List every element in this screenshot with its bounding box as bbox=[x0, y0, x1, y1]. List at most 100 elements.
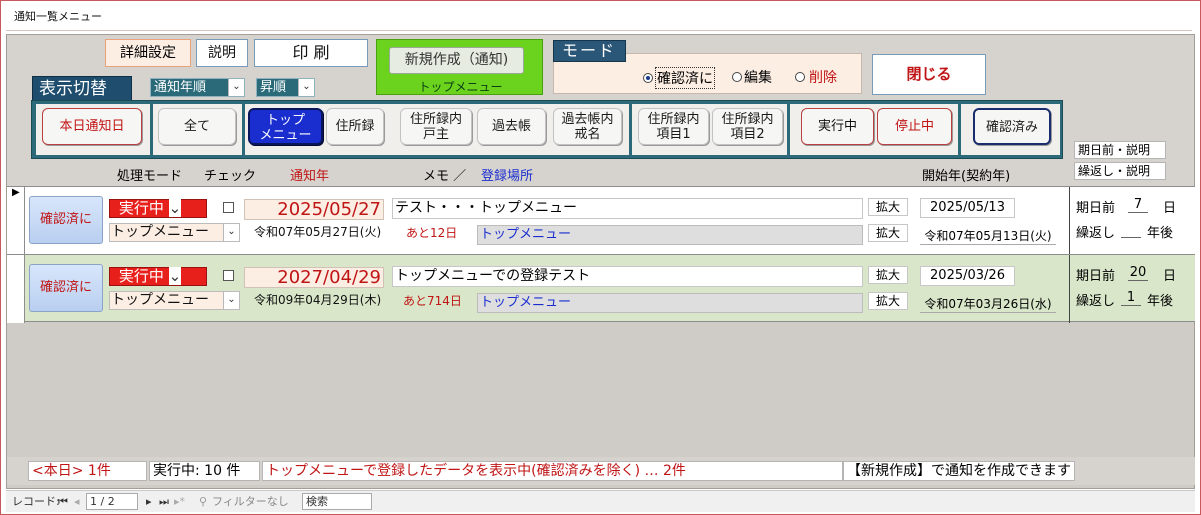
radio-icon bbox=[732, 72, 742, 82]
tab-all[interactable]: 全て bbox=[158, 108, 236, 145]
tab-past-register[interactable]: 過去帳 bbox=[477, 108, 546, 145]
record-label: レコード: bbox=[12, 495, 60, 508]
notify-wareki: 令和07年05月27日(火) bbox=[254, 225, 382, 239]
table-row: 確認済に 実行中 ⌄ トップメニュー ⌄ 2027/04/29 令和09年04月… bbox=[7, 254, 1195, 323]
print-button[interactable]: 印 刷 bbox=[254, 39, 368, 67]
close-button[interactable]: 閉じる bbox=[872, 54, 986, 95]
tab-address-item2[interactable]: 住所録内 項目2 bbox=[712, 108, 783, 145]
new-notice-panel: 新規作成（通知) トップメニュー bbox=[376, 39, 543, 95]
table-row: ▶ 確認済に 実行中 ⌄ トップメニュー ⌄ 2025/05/27 令和07年0… bbox=[7, 186, 1195, 255]
filter-status[interactable]: フィルターなし bbox=[212, 494, 289, 510]
tab-address-book[interactable]: 住所録 bbox=[326, 108, 384, 145]
search-input[interactable]: 検索 bbox=[302, 493, 372, 510]
expand-memo-button[interactable]: 拡大 bbox=[868, 266, 908, 284]
last-record-icon[interactable]: ⏭ bbox=[159, 494, 169, 510]
year-after-label: 年後 bbox=[1147, 294, 1174, 309]
remaining-days: あと714日 bbox=[403, 294, 462, 308]
location-select[interactable]: トップメニュー ⌄ bbox=[109, 291, 240, 310]
record-side-info: 期日前 20 日 繰返し 1 年後 bbox=[1069, 255, 1195, 323]
before-label: 期日前 bbox=[1076, 201, 1116, 216]
chevron-down-icon: ⌄ bbox=[223, 224, 239, 241]
record-selector[interactable]: ▶ bbox=[7, 187, 25, 255]
col-check: チェック bbox=[204, 169, 257, 184]
col-memo: メモ ／ bbox=[423, 169, 467, 184]
form-footer: <本日> 1件 実行中: 10 件 トップメニューで登録したデータを表示中(確認… bbox=[7, 457, 1195, 485]
sort-order-value: 昇順 bbox=[260, 80, 287, 95]
status-select[interactable]: 実行中 ⌄ bbox=[109, 267, 207, 286]
start-wareki: 令和07年05月13日(火) bbox=[920, 227, 1056, 245]
record-navigation-bar: レコード: ⏮ ◂ 1 / 2 ▸ ⏭ ▸* ⚲ フィルターなし 検索 bbox=[6, 490, 1195, 512]
mode-radio-delete[interactable]: 削除 bbox=[795, 67, 837, 87]
record-side-info: 期日前 7 日 繰返し 年後 bbox=[1069, 187, 1195, 255]
check-checkbox[interactable] bbox=[223, 202, 234, 213]
confirm-button[interactable]: 確認済に bbox=[29, 196, 103, 244]
col-place: 登録場所 bbox=[481, 169, 534, 184]
mode-label: モード bbox=[553, 40, 626, 62]
explain-button[interactable]: 説明 bbox=[196, 39, 248, 67]
confirm-button[interactable]: 確認済に bbox=[29, 264, 103, 312]
place-field[interactable]: トップメニュー bbox=[477, 225, 863, 245]
expand-place-button[interactable]: 拡大 bbox=[868, 292, 908, 310]
mode-radio-confirm[interactable]: 確認済に bbox=[643, 67, 715, 89]
repeat-label: 繰返し bbox=[1076, 294, 1116, 309]
running-count: 実行中: 10 件 bbox=[149, 461, 260, 481]
status-text: トップメニューで登録したデータを表示中(確認済みを除く) … 2件 bbox=[262, 461, 843, 481]
mode-radio-edit[interactable]: 編集 bbox=[732, 67, 772, 87]
before-explain-label[interactable]: 期日前・説明 bbox=[1074, 141, 1166, 159]
next-record-icon[interactable]: ▸ bbox=[146, 494, 152, 510]
col-start: 開始年(契約年) bbox=[922, 169, 1011, 184]
day-label: 日 bbox=[1163, 201, 1177, 216]
record-selector[interactable] bbox=[7, 255, 25, 323]
before-value[interactable]: 7 bbox=[1128, 197, 1148, 213]
memo-field[interactable]: テスト・・・トップメニュー bbox=[392, 198, 863, 219]
detail-settings-button[interactable]: 詳細設定 bbox=[105, 39, 191, 67]
sort-order-select[interactable]: 昇順 ⌄ bbox=[256, 78, 315, 97]
tab-today-notice[interactable]: 本日通知日 bbox=[42, 108, 142, 145]
tab-top-menu[interactable]: トップ メニュー bbox=[248, 108, 323, 145]
status-select[interactable]: 実行中 ⌄ bbox=[109, 199, 207, 218]
repeat-value[interactable] bbox=[1121, 222, 1141, 238]
tab-posthumous-name[interactable]: 過去帳内 戒名 bbox=[553, 108, 622, 145]
new-record-icon[interactable]: ▸* bbox=[174, 494, 185, 510]
chevron-down-icon: ⌄ bbox=[298, 79, 314, 96]
filter-icon[interactable]: ⚲ bbox=[199, 494, 207, 510]
first-record-icon[interactable]: ⏮ bbox=[58, 494, 68, 510]
tab-stopped[interactable]: 停止中 bbox=[877, 108, 952, 145]
tab-household-head[interactable]: 住所録内 戸主 bbox=[400, 108, 472, 145]
notify-date[interactable]: 2027/04/29 bbox=[244, 267, 384, 288]
location-select[interactable]: トップメニュー ⌄ bbox=[109, 223, 240, 242]
current-record-icon: ▶ bbox=[12, 187, 20, 198]
expand-memo-button[interactable]: 拡大 bbox=[868, 198, 908, 216]
start-date[interactable]: 2025/03/26 bbox=[920, 266, 1015, 286]
tab-confirmed[interactable]: 確認済み bbox=[973, 108, 1051, 145]
check-checkbox[interactable] bbox=[223, 270, 234, 281]
record-position-input[interactable]: 1 / 2 bbox=[86, 493, 138, 510]
notify-date[interactable]: 2025/05/27 bbox=[244, 199, 384, 220]
prev-record-icon[interactable]: ◂ bbox=[74, 494, 80, 510]
repeat-explain-label[interactable]: 繰返し・説明 bbox=[1074, 162, 1166, 180]
sort-field-value: 通知年順 bbox=[154, 80, 207, 95]
chevron-down-icon: ⌄ bbox=[228, 79, 244, 96]
record-fields: 確認済に 実行中 ⌄ トップメニュー ⌄ 2025/05/27 令和07年05月… bbox=[25, 187, 1069, 255]
tab-address-item1[interactable]: 住所録内 項目1 bbox=[638, 108, 709, 145]
new-notice-button[interactable]: 新規作成（通知) bbox=[389, 47, 524, 74]
before-value[interactable]: 20 bbox=[1128, 265, 1148, 281]
repeat-value[interactable]: 1 bbox=[1121, 290, 1141, 306]
today-count: <本日> 1件 bbox=[28, 461, 147, 481]
before-label: 期日前 bbox=[1076, 269, 1116, 284]
chevron-down-icon: ⌄ bbox=[168, 267, 182, 285]
sort-field-select[interactable]: 通知年順 ⌄ bbox=[150, 78, 245, 97]
place-field[interactable]: トップメニュー bbox=[477, 293, 863, 313]
hint-text: 【新規作成】で通知を作成できます bbox=[843, 461, 1075, 481]
col-notify-year: 通知年 bbox=[290, 169, 330, 184]
radio-selected-icon bbox=[643, 73, 653, 83]
day-label: 日 bbox=[1163, 269, 1177, 284]
year-after-label: 年後 bbox=[1147, 226, 1174, 241]
memo-field[interactable]: トップメニューでの登録テスト bbox=[392, 266, 863, 287]
start-date[interactable]: 2025/05/13 bbox=[920, 198, 1015, 218]
repeat-label: 繰返し bbox=[1076, 226, 1116, 241]
window-title: 通知一覧メニュー bbox=[6, 3, 1192, 31]
expand-place-button[interactable]: 拡大 bbox=[868, 224, 908, 242]
tab-running[interactable]: 実行中 bbox=[801, 108, 874, 145]
radio-icon bbox=[795, 72, 805, 82]
